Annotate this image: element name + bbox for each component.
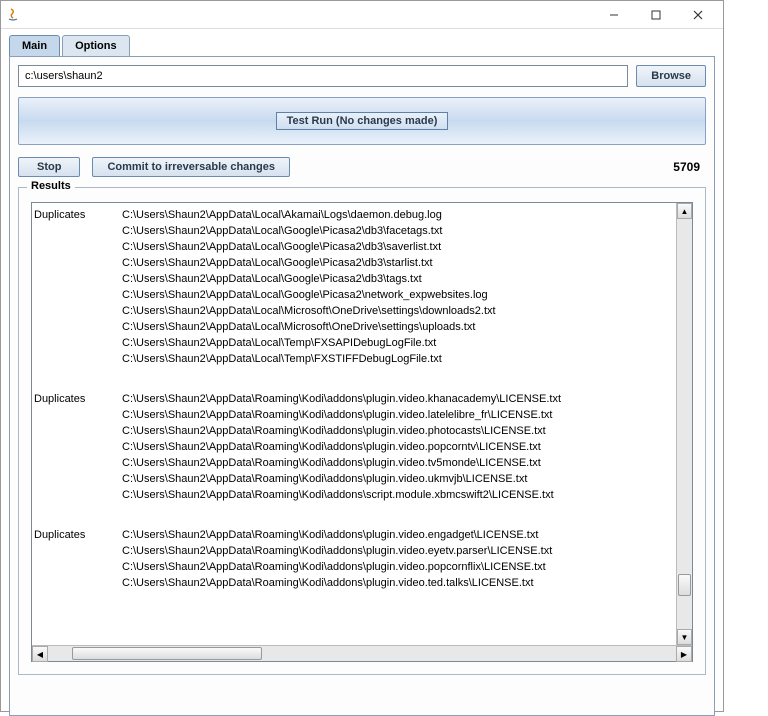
tab-row: Main Options: [1, 29, 723, 56]
path-input[interactable]: [18, 65, 628, 87]
test-run-bar[interactable]: Test Run (No changes made): [18, 97, 706, 145]
results-content: DuplicatesC:\Users\Shaun2\AppData\Local\…: [32, 203, 676, 645]
close-button[interactable]: [677, 3, 719, 27]
path-row: Browse: [18, 65, 706, 87]
group-header: Duplicates: [34, 391, 122, 503]
file-list: C:\Users\Shaun2\AppData\Local\Akamai\Log…: [122, 207, 674, 367]
duplicate-group: DuplicatesC:\Users\Shaun2\AppData\Local\…: [34, 207, 674, 367]
duplicate-group: DuplicatesC:\Users\Shaun2\AppData\Roamin…: [34, 527, 674, 591]
file-path[interactable]: C:\Users\Shaun2\AppData\Roaming\Kodi\add…: [122, 527, 674, 543]
app-window: Main Options Browse Test Run (No changes…: [0, 0, 724, 712]
file-path[interactable]: C:\Users\Shaun2\AppData\Local\Google\Pic…: [122, 223, 674, 239]
vscroll-track[interactable]: [677, 219, 692, 629]
hscroll-thumb[interactable]: [72, 647, 262, 660]
result-count: 5709: [673, 160, 706, 174]
file-path[interactable]: C:\Users\Shaun2\AppData\Local\Microsoft\…: [122, 303, 674, 319]
window-controls: [593, 3, 719, 27]
file-path[interactable]: C:\Users\Shaun2\AppData\Roaming\Kodi\add…: [122, 575, 674, 591]
file-path[interactable]: C:\Users\Shaun2\AppData\Local\Google\Pic…: [122, 239, 674, 255]
duplicate-group: DuplicatesC:\Users\Shaun2\AppData\Roamin…: [34, 391, 674, 503]
file-path[interactable]: C:\Users\Shaun2\AppData\Roaming\Kodi\add…: [122, 407, 674, 423]
minimize-button[interactable]: [593, 3, 635, 27]
vertical-scrollbar[interactable]: ▲ ▼: [676, 203, 692, 645]
file-path[interactable]: C:\Users\Shaun2\AppData\Local\Google\Pic…: [122, 271, 674, 287]
group-header: Duplicates: [34, 207, 122, 367]
file-path[interactable]: C:\Users\Shaun2\AppData\Roaming\Kodi\add…: [122, 423, 674, 439]
horizontal-scrollbar[interactable]: ◀ ▶: [32, 645, 692, 661]
scroll-right-icon[interactable]: ▶: [676, 646, 692, 662]
file-path[interactable]: C:\Users\Shaun2\AppData\Roaming\Kodi\add…: [122, 487, 674, 503]
titlebar: [1, 1, 723, 29]
maximize-button[interactable]: [635, 3, 677, 27]
file-path[interactable]: C:\Users\Shaun2\AppData\Roaming\Kodi\add…: [122, 559, 674, 575]
main-panel: Browse Test Run (No changes made) Stop C…: [9, 56, 715, 716]
file-path[interactable]: C:\Users\Shaun2\AppData\Roaming\Kodi\add…: [122, 471, 674, 487]
scroll-down-icon[interactable]: ▼: [677, 629, 692, 645]
scroll-up-icon[interactable]: ▲: [677, 203, 692, 219]
commit-button[interactable]: Commit to irreversable changes: [92, 157, 290, 177]
file-path[interactable]: C:\Users\Shaun2\AppData\Local\Temp\FXSAP…: [122, 335, 674, 351]
file-path[interactable]: C:\Users\Shaun2\AppData\Roaming\Kodi\add…: [122, 439, 674, 455]
file-path[interactable]: C:\Users\Shaun2\AppData\Local\Akamai\Log…: [122, 207, 674, 223]
results-legend: Results: [27, 180, 75, 192]
group-header: Duplicates: [34, 527, 122, 591]
tab-main[interactable]: Main: [9, 35, 60, 56]
file-path[interactable]: C:\Users\Shaun2\AppData\Roaming\Kodi\add…: [122, 543, 674, 559]
java-icon: [5, 7, 21, 23]
file-path[interactable]: C:\Users\Shaun2\AppData\Local\Temp\FXSTI…: [122, 351, 674, 367]
results-scrollpane: DuplicatesC:\Users\Shaun2\AppData\Local\…: [31, 202, 693, 662]
file-path[interactable]: C:\Users\Shaun2\AppData\Local\Google\Pic…: [122, 255, 674, 271]
file-path[interactable]: C:\Users\Shaun2\AppData\Local\Google\Pic…: [122, 287, 674, 303]
tab-options[interactable]: Options: [62, 35, 130, 56]
stop-button[interactable]: Stop: [18, 157, 80, 177]
file-list: C:\Users\Shaun2\AppData\Roaming\Kodi\add…: [122, 527, 674, 591]
vscroll-thumb[interactable]: [678, 574, 691, 596]
test-run-label: Test Run (No changes made): [276, 112, 449, 130]
scroll-left-icon[interactable]: ◀: [32, 646, 48, 662]
action-row: Stop Commit to irreversable changes 5709: [18, 157, 706, 177]
file-path[interactable]: C:\Users\Shaun2\AppData\Local\Microsoft\…: [122, 319, 674, 335]
hscroll-track[interactable]: [48, 646, 676, 661]
file-list: C:\Users\Shaun2\AppData\Roaming\Kodi\add…: [122, 391, 674, 503]
file-path[interactable]: C:\Users\Shaun2\AppData\Roaming\Kodi\add…: [122, 455, 674, 471]
results-fieldset: Results DuplicatesC:\Users\Shaun2\AppDat…: [18, 187, 706, 675]
file-path[interactable]: C:\Users\Shaun2\AppData\Roaming\Kodi\add…: [122, 391, 674, 407]
browse-button[interactable]: Browse: [636, 65, 706, 87]
